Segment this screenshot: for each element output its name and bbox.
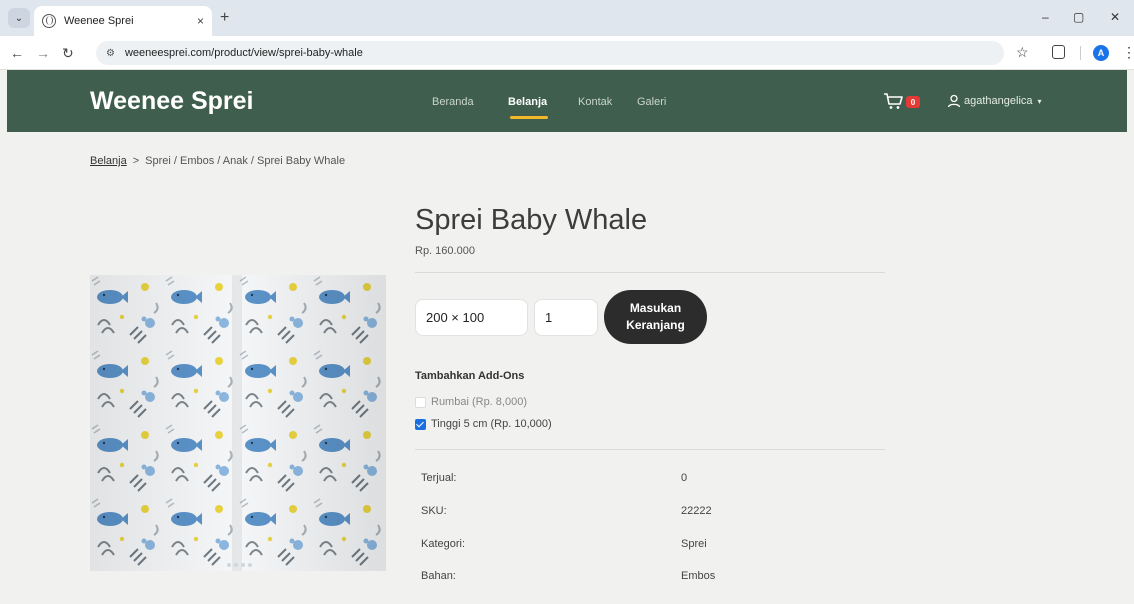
- info-row-terjual: Terjual: 0: [421, 472, 881, 484]
- user-menu[interactable]: agathangelica ▾: [947, 94, 1042, 108]
- info-row-bahan: Bahan: Embos: [421, 570, 881, 582]
- image-carousel-dots[interactable]: [227, 563, 252, 567]
- breadcrumb-separator: >: [132, 155, 140, 167]
- back-arrow-icon[interactable]: ←: [10, 45, 24, 61]
- addon-checkbox-checked[interactable]: [415, 418, 426, 430]
- new-tab-button[interactable]: +: [220, 9, 229, 27]
- nav-item-belanja[interactable]: Belanja: [508, 96, 547, 108]
- tab-search-button[interactable]: ⌄: [8, 8, 30, 28]
- addon-checkbox[interactable]: [415, 396, 426, 408]
- chevron-down-icon: ⌄: [14, 12, 24, 24]
- close-tab-icon[interactable]: ×: [197, 14, 204, 28]
- more-menu-icon[interactable]: ⋮: [1122, 44, 1134, 61]
- site-settings-icon[interactable]: ⚙: [106, 48, 115, 59]
- cart-count-badge: 0: [906, 96, 920, 108]
- divider: [415, 272, 885, 273]
- carousel-dot[interactable]: [248, 563, 252, 567]
- reload-icon[interactable]: ↻: [62, 45, 74, 62]
- nav-item-galeri[interactable]: Galeri: [637, 96, 666, 108]
- username: agathangelica: [964, 95, 1033, 107]
- info-value: Embos: [681, 570, 716, 582]
- breadcrumb-link-belanja[interactable]: Belanja: [90, 155, 127, 167]
- info-row-kategori: Kategori: Sprei: [421, 538, 881, 550]
- quantity-input[interactable]: 1: [534, 299, 598, 336]
- cart-icon[interactable]: [883, 92, 905, 110]
- globe-icon: [42, 14, 56, 28]
- divider: [415, 449, 885, 450]
- nav-item-kontak[interactable]: Kontak: [578, 96, 612, 108]
- tab-title: Weenee Sprei: [64, 15, 134, 27]
- addon-tinggi[interactable]: Tinggi 5 cm (Rp. 10,000): [415, 418, 552, 430]
- addon-rumbai[interactable]: Rumbai (Rp. 8,000): [415, 396, 527, 408]
- add-to-cart-button[interactable]: Masukan Keranjang: [604, 290, 707, 344]
- add-to-cart-label: Masukan Keranjang: [626, 301, 685, 332]
- product-price: Rp. 160.000: [415, 245, 475, 257]
- info-label: Bahan:: [421, 570, 456, 582]
- breadcrumb: Belanja > Sprei / Embos / Anak / Sprei Bab…: [90, 155, 345, 167]
- restore-icon[interactable]: ▢: [1073, 10, 1084, 24]
- toolbar-divider: [1080, 46, 1081, 60]
- info-value: 0: [681, 472, 688, 484]
- address-bar[interactable]: ⚙ weeneesprei.com/product/view/sprei-bab…: [96, 41, 1004, 65]
- user-icon: [947, 94, 961, 108]
- whale-pattern-fabric: [90, 275, 386, 571]
- site-navbar: Weenee Sprei Beranda Belanja Kontak Gale…: [7, 70, 1127, 132]
- caret-down-icon: ▾: [1037, 96, 1042, 106]
- addons-heading: Tambahkan Add-Ons: [415, 370, 525, 382]
- extensions-icon[interactable]: [1052, 45, 1065, 59]
- carousel-dot[interactable]: [234, 563, 238, 567]
- addon-label: Rumbai (Rp. 8,000): [431, 396, 527, 408]
- brand-logo[interactable]: Weenee Sprei: [90, 87, 254, 116]
- active-nav-indicator: [510, 116, 548, 119]
- browser-tabbar: ⌄ Weenee Sprei × + – ▢ ✕: [0, 0, 1134, 36]
- info-label: SKU:: [421, 505, 447, 517]
- addon-label: Tinggi 5 cm (Rp. 10,000): [431, 418, 552, 430]
- bookmark-star-icon[interactable]: ☆: [1016, 44, 1029, 61]
- carousel-dot[interactable]: [227, 563, 231, 567]
- carousel-dot[interactable]: [241, 563, 245, 567]
- info-row-sku: SKU: 22222: [421, 505, 881, 517]
- minimize-icon[interactable]: –: [1042, 10, 1049, 24]
- size-select[interactable]: 200 × 100: [415, 299, 528, 336]
- info-value: 22222: [681, 505, 712, 517]
- info-value: Sprei: [681, 538, 707, 550]
- browser-tab[interactable]: Weenee Sprei ×: [34, 6, 212, 36]
- product-title: Sprei Baby Whale: [415, 204, 648, 236]
- info-label: Kategori:: [421, 538, 466, 550]
- forward-arrow-icon[interactable]: →: [36, 45, 50, 61]
- browser-toolbar: ← → ↻ ⚙ weeneesprei.com/product/view/spr…: [0, 36, 1134, 70]
- product-image[interactable]: [90, 275, 386, 571]
- nav-item-beranda[interactable]: Beranda: [432, 96, 474, 108]
- profile-avatar[interactable]: A: [1093, 45, 1109, 61]
- info-label: Terjual:: [421, 472, 457, 484]
- window-close-icon[interactable]: ✕: [1110, 10, 1120, 24]
- breadcrumb-path: Sprei / Embos / Anak / Sprei Baby Whale: [145, 155, 346, 167]
- url-text: weeneesprei.com/product/view/sprei-baby-…: [124, 47, 363, 59]
